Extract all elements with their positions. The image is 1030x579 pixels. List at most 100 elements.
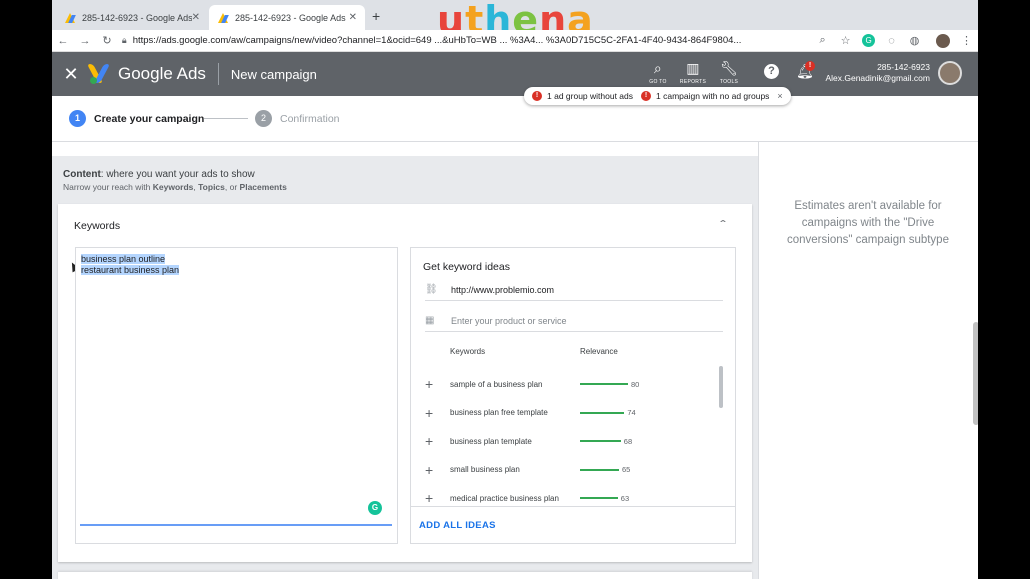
lock-icon: 🔒︎ [121, 35, 127, 45]
page-title: New campaign [230, 66, 317, 82]
add-keyword-plus-icon[interactable]: + [425, 405, 450, 421]
relevance-bar [580, 383, 628, 385]
tab-title: 285-142-6923 - Google Ads [235, 12, 346, 23]
reload-icon[interactable]: ↻ [96, 34, 118, 47]
keyword-idea-row: + business plan free template 74 [425, 405, 725, 421]
keywords-term: Keywords [152, 182, 194, 192]
step-label: Confirmation [280, 112, 340, 125]
account-email: Alex.Genadinik@gmail.com [825, 73, 930, 83]
tools-label: TOOLS [719, 79, 739, 85]
keyword-idea-row: + medical practice business plan 63 [425, 490, 725, 506]
keywords-textarea[interactable]: business plan outline restaurant busines… [75, 247, 398, 544]
step-create-campaign[interactable]: 1 Create your campaign [69, 110, 204, 127]
browser-toolbar: ← → ↻ 🔒︎ https://ads.google.com/aw/campa… [52, 30, 978, 52]
keywords-column-header: Keywords [450, 347, 486, 356]
google-ads-favicon-icon [217, 12, 229, 24]
idea-keyword: sample of a business plan [450, 379, 543, 389]
keyword-idea-row: + sample of a business plan 80 [425, 376, 725, 392]
next-section-card [58, 572, 752, 579]
close-tab-icon[interactable]: ✕ [349, 12, 357, 23]
alert-campaign-no-ad-groups[interactable]: ! 1 campaign with no ad groups [641, 91, 769, 101]
grammarly-extension-icon[interactable]: G [862, 34, 876, 47]
idea-keyword: business plan template [450, 436, 532, 446]
menu-kebab-icon[interactable]: ⋮ [955, 34, 978, 47]
close-tab-icon[interactable]: ✕ [192, 12, 200, 23]
close-alerts-icon[interactable]: × [777, 91, 782, 101]
grammarly-icon[interactable]: G [368, 501, 382, 515]
ideas-scrollbar[interactable] [719, 366, 723, 408]
content-heading-bold: Content [63, 169, 101, 180]
reports-label: REPORTS [679, 79, 707, 85]
alert-text: 1 ad group without ads [547, 91, 634, 101]
content-heading: Content: where you want your ads to show [63, 169, 255, 180]
estimates-panel: Estimates aren't available for campaigns… [758, 142, 978, 579]
browser-tabstrip: 285-142-6923 - Google Ads ✕ 285-142-6923… [52, 0, 978, 42]
browser-tab[interactable]: 285-142-6923 - Google Ads ✕ [56, 5, 208, 30]
error-icon: ! [641, 91, 652, 101]
ideas-divider [411, 506, 735, 507]
browser-tab-active[interactable]: 285-142-6923 - Google Ads ✕ [209, 5, 365, 30]
textarea-focus-underline [80, 524, 392, 526]
add-keyword-plus-icon[interactable]: + [425, 433, 450, 449]
drop-extension-icon[interactable]: ◌ [880, 35, 903, 47]
goto-button[interactable]: ⌕ GO TO [641, 60, 675, 85]
google-ads-logo-icon [86, 64, 112, 84]
profile-avatar[interactable] [936, 33, 950, 48]
website-url-value: http://www.problemio.com [451, 284, 555, 295]
zoom-icon[interactable]: ⌕ [811, 34, 834, 47]
close-icon[interactable]: ✕ [52, 64, 90, 85]
address-bar[interactable]: 🔒︎ https://ads.google.com/aw/campaigns/n… [122, 35, 811, 46]
help-icon[interactable]: ? [764, 64, 779, 79]
link-icon: ⛓︎ [425, 284, 438, 295]
reports-button[interactable]: ▥ REPORTS [676, 60, 710, 85]
relevance-score: 63 [620, 493, 630, 503]
keyword-ideas-panel: Get keyword ideas ⛓︎ http://www.problemi… [410, 247, 736, 544]
account-avatar[interactable] [938, 61, 962, 85]
star-icon[interactable]: ☆ [834, 34, 857, 47]
step-number: 2 [255, 110, 272, 127]
keyword-line: business plan outline [81, 254, 166, 264]
relevance-score: 65 [622, 465, 631, 474]
relevance-bar [580, 468, 619, 471]
website-url-field[interactable]: ⛓︎ http://www.problemio.com [425, 279, 723, 301]
extension-icon[interactable]: ◍ [903, 34, 926, 47]
keyword-line: restaurant business plan [81, 264, 180, 275]
add-all-ideas-button[interactable]: ADD ALL IDEAS [419, 520, 496, 531]
back-arrow-icon[interactable]: ← [52, 35, 74, 47]
idea-keyword: medical practice business plan [450, 493, 559, 503]
add-keyword-plus-icon[interactable]: + [425, 376, 450, 392]
content-subheading: Narrow your reach with Keywords, Topics,… [63, 182, 287, 192]
campaign-stepper: 1 Create your campaign 2 Confirmation [52, 96, 978, 142]
header-divider [217, 63, 219, 85]
product-placeholder: Enter your product or service [451, 315, 567, 326]
relevance-score: 74 [627, 408, 636, 417]
keywords-card-title: Keywords [74, 220, 121, 232]
add-keyword-plus-icon[interactable]: + [425, 490, 450, 506]
tools-button[interactable]: 🔧︎ TOOLS [712, 60, 746, 85]
topics-term: Topics [198, 182, 225, 192]
alert-ad-group-without-ads[interactable]: ! 1 ad group without ads [532, 91, 633, 101]
keywords-text: business plan outline restaurant busines… [81, 254, 180, 275]
account-info[interactable]: 285-142-6923 Alex.Genadinik@gmail.com [812, 62, 930, 84]
store-icon: ▦ [425, 315, 435, 326]
url-text: https://ads.google.com/aw/campaigns/new/… [132, 35, 742, 46]
step-confirmation[interactable]: 2 Confirmation [255, 110, 340, 127]
stepper-connector [204, 118, 248, 119]
sub-prefix: Narrow your reach with [63, 182, 153, 192]
brand-name: Google Ads [118, 64, 206, 83]
new-tab-button[interactable]: + [372, 8, 380, 24]
relevance-bar [580, 497, 618, 499]
chevron-up-icon[interactable]: ˆ [720, 218, 726, 232]
forward-arrow-icon[interactable]: → [74, 35, 96, 47]
product-service-field[interactable]: ▦ Enter your product or service [425, 310, 723, 332]
error-icon: ! [532, 91, 542, 101]
page-scrollbar[interactable] [973, 322, 978, 425]
estimates-message: Estimates aren't available for campaigns… [787, 200, 949, 246]
relevance-score: 80 [631, 379, 640, 389]
add-keyword-plus-icon[interactable]: + [425, 462, 450, 478]
keywords-card: Keywords ˆ business plan outline restaur… [58, 204, 752, 562]
wrench-icon: 🔧︎ [719, 60, 739, 76]
keyword-idea-row: + small business plan 65 [425, 462, 725, 478]
alert-text: 1 campaign with no ad groups [656, 91, 770, 101]
account-id: 285-142-6923 [877, 62, 930, 72]
